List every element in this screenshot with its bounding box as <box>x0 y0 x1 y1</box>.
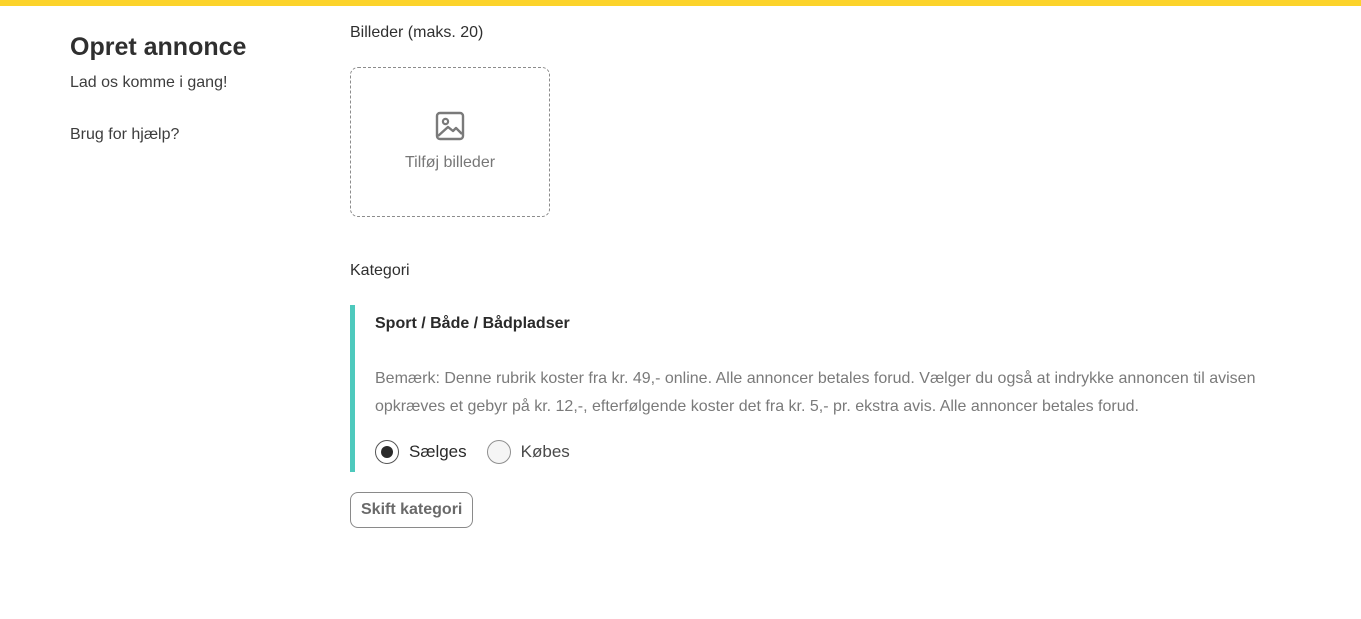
radio-selected-dot <box>381 446 393 458</box>
radio-option-saelges[interactable]: Sælges <box>375 440 467 464</box>
category-path: Sport / Både / Bådpladser <box>375 315 570 332</box>
radio-option-kobes[interactable]: Købes <box>486 440 570 464</box>
radio-label-kobes: Købes <box>520 442 570 461</box>
radio-label-saelges: Sælges <box>409 442 467 461</box>
image-icon <box>435 111 465 141</box>
category-pricing-note: Bemærk: Denne rubrik koster fra kr. 49,-… <box>375 370 1256 415</box>
top-accent-bar <box>0 0 1361 6</box>
category-panel: Sport / Både / Bådpladser Bemærk: Denne … <box>350 305 1310 472</box>
add-images-dropzone[interactable]: Tilføj billeder <box>350 67 550 217</box>
radio-button-saelges[interactable] <box>375 440 399 464</box>
page-title: Opret annonce <box>70 33 247 61</box>
page-subtitle: Lad os komme i gang! <box>70 74 228 91</box>
images-label: Billeder (maks. 20) <box>350 24 484 41</box>
sidebar: Opret annonce Lad os komme i gang! Brug … <box>70 32 310 146</box>
help-link[interactable]: Brug for hjælp? <box>70 124 310 146</box>
category-label: Kategori <box>350 262 410 279</box>
add-images-label: Tilføj billeder <box>404 154 496 171</box>
change-category-button[interactable]: Skift kategori <box>350 492 474 528</box>
radio-button-kobes[interactable] <box>486 440 511 464</box>
ad-form: Billeder (maks. 20) Tilføj billeder Kate… <box>350 22 1310 528</box>
listing-type-radio-group: Sælges Købes <box>375 438 1310 466</box>
